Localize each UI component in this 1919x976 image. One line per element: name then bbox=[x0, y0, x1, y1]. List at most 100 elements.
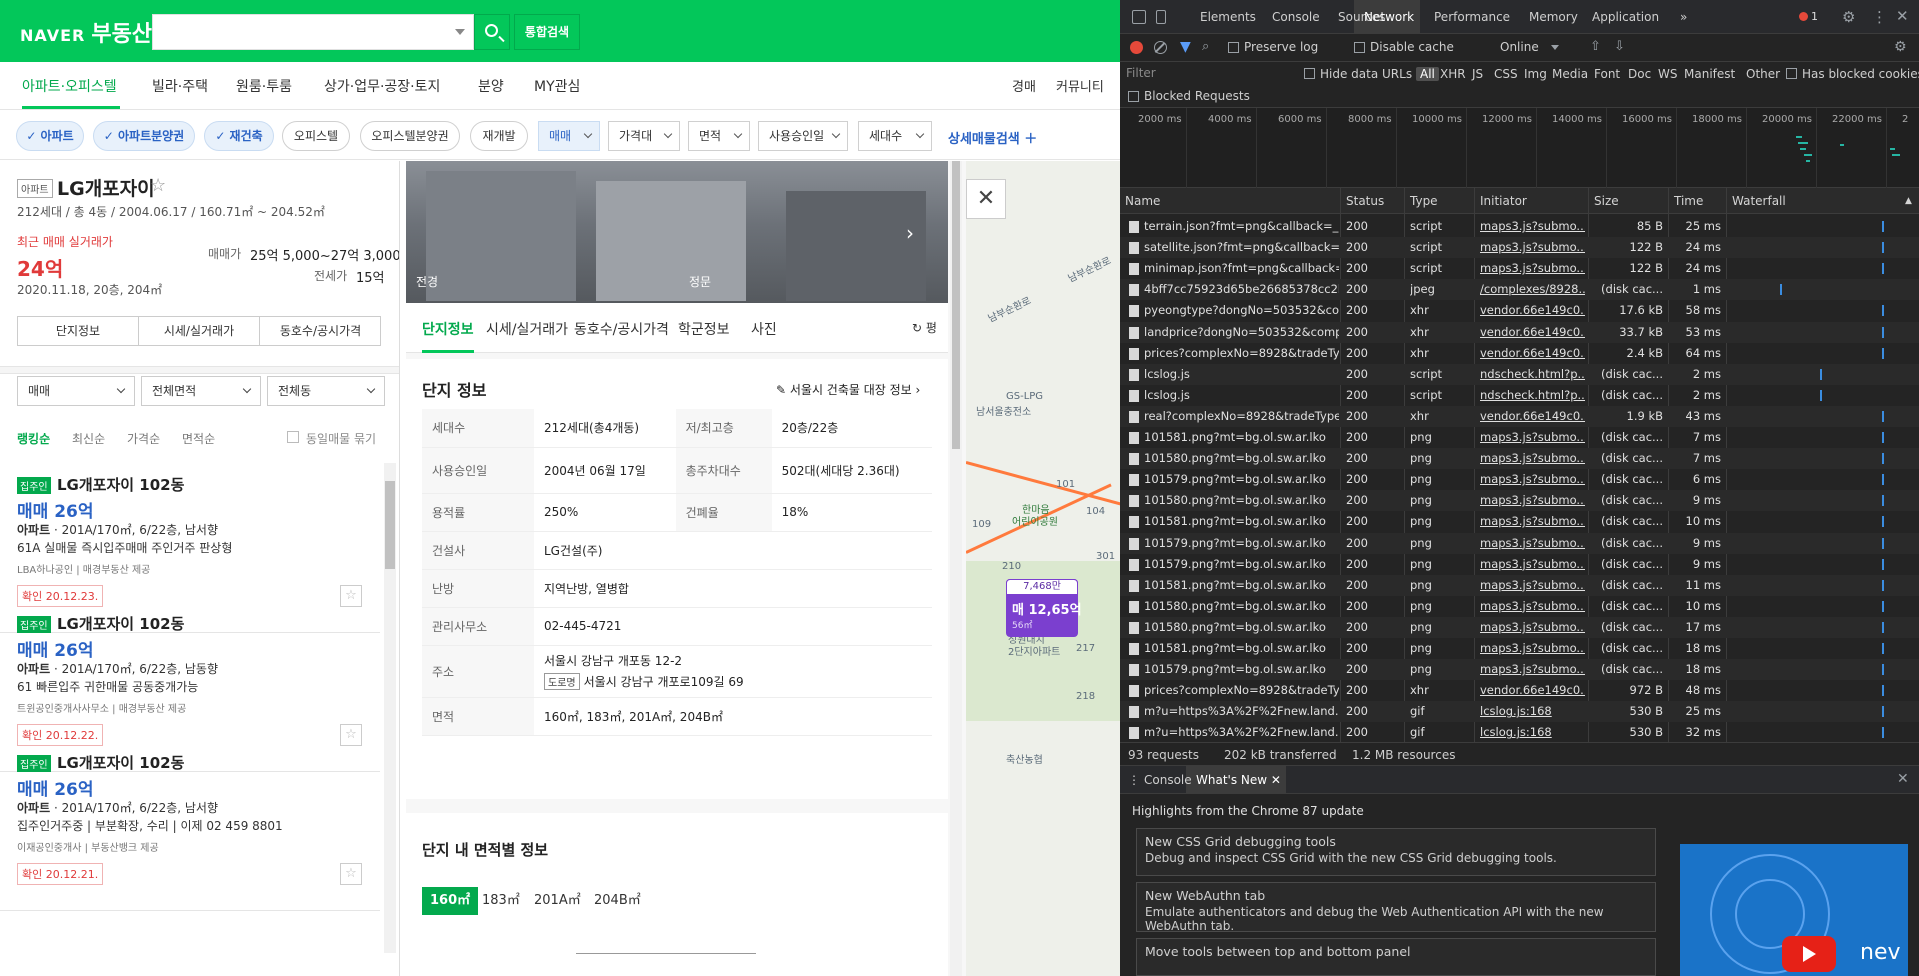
complex-photo[interactable]: 전경 정문 › bbox=[406, 161, 948, 303]
col-waterfall[interactable]: Waterfall bbox=[1732, 194, 1786, 208]
nav-auction[interactable]: 경매 bbox=[1012, 76, 1036, 95]
tab-market-price[interactable]: 시세/실거래가 bbox=[486, 319, 568, 339]
building-registry-link[interactable]: ✎ 서울시 건축물 대장 정보 › bbox=[776, 381, 920, 398]
request-initiator[interactable]: lcslog.js:168 bbox=[1480, 704, 1585, 718]
area-tab-160[interactable]: 160㎡ bbox=[422, 887, 479, 915]
listing-scrollbar[interactable] bbox=[384, 463, 396, 953]
table-row[interactable]: real?complexNo=8928&tradeType... 200 xhr ve… bbox=[1120, 405, 1919, 427]
request-initiator[interactable]: maps3.js?submo... bbox=[1480, 219, 1585, 233]
tab-complex-info[interactable]: 단지정보 bbox=[18, 317, 139, 345]
tab-application[interactable]: Application bbox=[1592, 10, 1659, 24]
close-icon[interactable]: ✕ bbox=[1896, 7, 1909, 25]
more-vert-icon[interactable]: ⋮ bbox=[1872, 8, 1887, 26]
request-initiator[interactable]: maps3.js?submo... bbox=[1480, 599, 1585, 613]
sort-ranking[interactable]: 랭킹순 bbox=[17, 430, 50, 447]
chip-redevelopment[interactable]: 재개발 bbox=[470, 121, 528, 151]
tab-network[interactable]: Network bbox=[1364, 10, 1414, 24]
col-status[interactable]: Status bbox=[1346, 194, 1384, 208]
table-row[interactable]: 101580.png?mt=bg.ol.sw.ar.lko 200 png maps3… bbox=[1120, 616, 1919, 638]
nav-tab-my-interest[interactable]: MY관심 bbox=[534, 76, 580, 96]
more-tabs-icon[interactable]: » bbox=[1680, 10, 1687, 24]
table-row[interactable]: pyeongtype?dongNo=503532&co... 200 xhr vend… bbox=[1120, 300, 1919, 321]
close-tab-icon[interactable]: ✕ bbox=[1271, 773, 1281, 787]
table-row[interactable]: 101581.png?mt=bg.ol.sw.ar.lko 200 png maps3… bbox=[1120, 427, 1919, 448]
table-row[interactable]: 101581.png?mt=bg.ol.sw.ar.lko 200 png maps3… bbox=[1120, 638, 1919, 659]
chip-officetel-presale[interactable]: 오피스텔분양권 bbox=[360, 121, 460, 151]
map-view[interactable]: ✕ 남부순환로 남부순환로 GS-LPG 남서울충전소 101 한마음 어린이공… bbox=[966, 161, 1120, 976]
col-name[interactable]: Name bbox=[1125, 194, 1160, 208]
request-initiator[interactable]: maps3.js?submo... bbox=[1480, 472, 1585, 486]
export-har-icon[interactable]: ⇩ bbox=[1614, 39, 1625, 54]
type-filter-media[interactable]: Media bbox=[1552, 67, 1588, 81]
type-filter-manifest[interactable]: Manifest bbox=[1684, 67, 1735, 81]
select-building[interactable]: 전체동 bbox=[267, 376, 385, 406]
blocked-requests-checkbox[interactable] bbox=[1128, 91, 1139, 102]
settings-gear-icon[interactable]: ⚙ bbox=[1842, 8, 1855, 26]
search-input[interactable] bbox=[152, 14, 474, 50]
network-overview-timeline[interactable]: 2000 ms 4000 ms 6000 ms 8000 ms 10000 ms… bbox=[1120, 108, 1919, 188]
price-marker[interactable]: 7,468만 매 12,65억 56㎡ bbox=[1006, 579, 1082, 637]
table-row[interactable]: 4bff7cc75923d65be26685378cc2b... 200 jpeg /… bbox=[1120, 279, 1919, 301]
table-row[interactable]: 101579.png?mt=bg.ol.sw.ar.lko 200 png maps3… bbox=[1120, 554, 1919, 575]
throttling-select[interactable]: Online bbox=[1500, 40, 1539, 54]
table-row[interactable]: m?u=https%3A%2F%2Fnew.land.n... 200 gif lcs… bbox=[1120, 722, 1919, 742]
type-filter-ws[interactable]: WS bbox=[1658, 67, 1677, 81]
tab-performance[interactable]: Performance bbox=[1434, 10, 1510, 24]
request-initiator[interactable]: ndscheck.html?p... bbox=[1480, 388, 1585, 402]
close-drawer-icon[interactable]: ✕ bbox=[1897, 771, 1909, 787]
inspect-element-icon[interactable] bbox=[1132, 10, 1146, 24]
table-row[interactable]: lcslog.js 200 script ndscheck.html?p... (dis… bbox=[1120, 363, 1919, 385]
select-trade-type[interactable]: 매매 bbox=[17, 376, 135, 406]
table-row[interactable]: terrain.json?fmt=png&callback=_... 200 scr… bbox=[1120, 216, 1919, 237]
request-initiator[interactable]: lcslog.js:168 bbox=[1480, 725, 1585, 739]
tab-unit-price[interactable]: 동호수/공시가격 bbox=[260, 317, 381, 345]
preserve-log-checkbox[interactable] bbox=[1228, 42, 1239, 53]
drawer-tab-console[interactable]: Console bbox=[1144, 773, 1192, 787]
tab-school[interactable]: 학군정보 bbox=[678, 319, 730, 339]
request-initiator[interactable]: maps3.js?submo... bbox=[1480, 641, 1585, 655]
request-initiator[interactable]: vendor.66e149c0... bbox=[1480, 303, 1585, 317]
table-row[interactable]: landprice?dongNo=503532&comp... 200 xhr ven… bbox=[1120, 321, 1919, 343]
chevron-right-icon[interactable]: › bbox=[906, 221, 914, 245]
table-row[interactable]: 101581.png?mt=bg.ol.sw.ar.lko 200 png maps3… bbox=[1120, 574, 1919, 596]
detail-search-link[interactable]: 상세매물검색 ＋ bbox=[948, 128, 1037, 147]
table-row[interactable]: minimap.json?fmt=png&callback=... 200 scri… bbox=[1120, 258, 1919, 279]
request-initiator[interactable]: vendor.66e149c0... bbox=[1480, 325, 1585, 339]
select-area[interactable]: 전체면적 bbox=[141, 376, 261, 406]
request-initiator[interactable]: /complexes/8928... bbox=[1480, 282, 1585, 296]
type-filter-xhr[interactable]: XHR bbox=[1440, 67, 1466, 81]
has-blocked-cookies-checkbox[interactable] bbox=[1786, 68, 1797, 79]
table-row[interactable]: lcslog.js 200 script ndscheck.html?p... (dis… bbox=[1120, 385, 1919, 406]
tab-memory[interactable]: Memory bbox=[1529, 10, 1578, 24]
scrollbar-thumb[interactable] bbox=[385, 481, 395, 569]
sort-latest[interactable]: 최신순 bbox=[72, 430, 105, 447]
type-filter-css[interactable]: CSS bbox=[1494, 67, 1518, 81]
col-type[interactable]: Type bbox=[1410, 194, 1438, 208]
col-time[interactable]: Time bbox=[1674, 194, 1703, 208]
type-filter-js[interactable]: JS bbox=[1472, 67, 1483, 81]
request-initiator[interactable]: maps3.js?submo... bbox=[1480, 536, 1585, 550]
search-dropdown-caret-icon[interactable] bbox=[455, 29, 465, 35]
area-tab-201a[interactable]: 201A㎡ bbox=[534, 887, 581, 915]
table-row[interactable]: 101579.png?mt=bg.ol.sw.ar.lko 200 png maps3… bbox=[1120, 532, 1919, 554]
dropdown-households[interactable]: 세대수 bbox=[858, 121, 932, 151]
nav-tab-oneroom[interactable]: 원룸·투룸 bbox=[236, 76, 292, 96]
unified-search-button[interactable]: 통합검색 bbox=[514, 14, 580, 50]
type-filter-img[interactable]: Img bbox=[1524, 67, 1547, 81]
drawer-tab-whats-new[interactable]: What's New ✕ bbox=[1196, 773, 1281, 787]
type-filter-other[interactable]: Other bbox=[1746, 67, 1780, 81]
favorite-star-icon[interactable]: ☆ bbox=[150, 175, 166, 196]
request-initiator[interactable]: maps3.js?submo... bbox=[1480, 261, 1585, 275]
request-initiator[interactable]: maps3.js?submo... bbox=[1480, 430, 1585, 444]
table-row[interactable]: 101579.png?mt=bg.ol.sw.ar.lko 200 png maps3… bbox=[1120, 469, 1919, 490]
sort-price[interactable]: 가격순 bbox=[127, 430, 160, 447]
request-initiator[interactable]: maps3.js?submo... bbox=[1480, 662, 1585, 676]
request-initiator[interactable]: ndscheck.html?p... bbox=[1480, 367, 1585, 381]
type-filter-font[interactable]: Font bbox=[1594, 67, 1620, 81]
chip-reconstruction[interactable]: 재건축 bbox=[204, 121, 274, 151]
drawer-menu-icon[interactable]: ⋮ bbox=[1128, 773, 1140, 787]
table-row[interactable]: 101580.png?mt=bg.ol.sw.ar.lko 200 png maps3… bbox=[1120, 448, 1919, 470]
table-row[interactable]: 101579.png?mt=bg.ol.sw.ar.lko 200 png maps3… bbox=[1120, 659, 1919, 681]
nav-tab-villa[interactable]: 빌라·주택 bbox=[152, 76, 208, 96]
dropdown-trade-type[interactable]: 매매 bbox=[538, 121, 600, 151]
